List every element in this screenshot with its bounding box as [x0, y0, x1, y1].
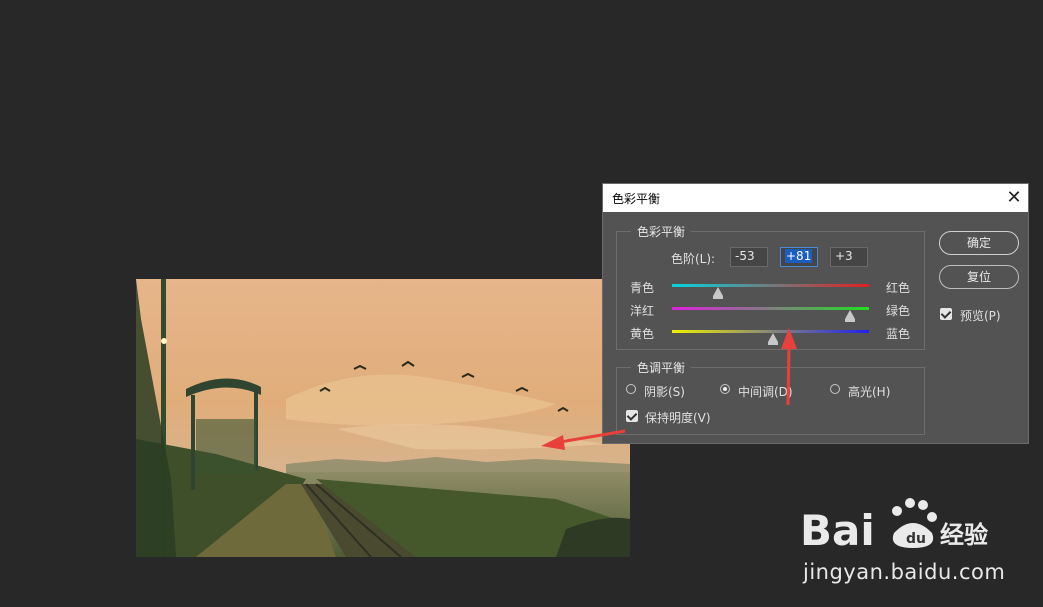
- yellow-blue-slider-row: 黄色 蓝色: [617, 322, 926, 345]
- watermark-url: jingyan.baidu.com: [803, 560, 1006, 584]
- radio-shadows-label: 阴影(S): [644, 385, 685, 399]
- slider-right-label-blue: 蓝色: [886, 327, 911, 341]
- tone-balance-group-label: 色调平衡: [631, 359, 692, 376]
- slider-left-label-magenta: 洋红: [630, 304, 655, 318]
- radio-midtones-label: 中间调(D): [738, 385, 793, 399]
- preserve-luminosity-label: 保持明度(V): [645, 411, 711, 425]
- slider-left-label-yellow: 黄色: [630, 327, 655, 341]
- level-cyan-red-input[interactable]: -53: [730, 247, 768, 267]
- dialog-title: 色彩平衡: [612, 192, 661, 206]
- svg-text:Bai: Bai: [800, 506, 875, 555]
- level-yellow-blue-input[interactable]: +3: [830, 247, 868, 267]
- tone-balance-group: 色调平衡 阴影(S) 中间调(D) 高光(H) 保持明度(V): [616, 359, 925, 435]
- preview-label: 预览(P): [960, 309, 1001, 323]
- preview-checkbox[interactable]: [940, 308, 952, 320]
- color-balance-dialog: 色彩平衡 ✕ 色彩平衡 色阶(L): -53 +81 +3 青色 红色 洋红 绿…: [602, 183, 1029, 444]
- slider-right-label-red: 红色: [886, 281, 911, 295]
- level-magenta-green-value: +81: [785, 249, 813, 263]
- radio-highlights-label: 高光(H): [848, 385, 891, 399]
- cyan-red-track[interactable]: [672, 284, 869, 287]
- magenta-green-slider-row: 洋红 绿色: [617, 299, 926, 322]
- cyan-red-thumb[interactable]: [713, 287, 724, 299]
- close-icon[interactable]: ✕: [1000, 184, 1028, 212]
- document-photo: [136, 279, 630, 557]
- svg-text:经验: 经验: [940, 521, 988, 549]
- magenta-green-track[interactable]: [672, 307, 869, 310]
- ok-button[interactable]: 确定: [939, 231, 1019, 255]
- dialog-titlebar[interactable]: 色彩平衡 ✕: [603, 184, 1028, 212]
- radio-shadows-dot: [626, 384, 636, 394]
- color-balance-group-label: 色彩平衡: [631, 223, 692, 240]
- baidu-logo-icon: Bai du 经验: [800, 498, 988, 555]
- level-magenta-green-input[interactable]: +81: [780, 247, 818, 267]
- baidu-watermark: Bai du 经验 jingyan.baidu.com: [798, 493, 1005, 588]
- slider-right-label-green: 绿色: [886, 304, 911, 318]
- slider-left-label-cyan: 青色: [630, 281, 655, 295]
- svg-text:du: du: [906, 531, 926, 547]
- reset-button[interactable]: 复位: [939, 265, 1019, 289]
- radio-highlights-dot: [830, 384, 840, 394]
- levels-label: 色阶(L):: [671, 252, 716, 266]
- yellow-blue-thumb[interactable]: [768, 333, 779, 345]
- color-balance-group: 色彩平衡 色阶(L): -53 +81 +3 青色 红色 洋红 绿色 黄色 蓝色: [616, 223, 926, 350]
- preserve-luminosity-checkbox[interactable]: [626, 410, 638, 422]
- magenta-green-thumb[interactable]: [845, 310, 856, 322]
- radio-midtones-dot: [720, 384, 730, 394]
- cyan-red-slider-row: 青色 红色: [617, 276, 926, 299]
